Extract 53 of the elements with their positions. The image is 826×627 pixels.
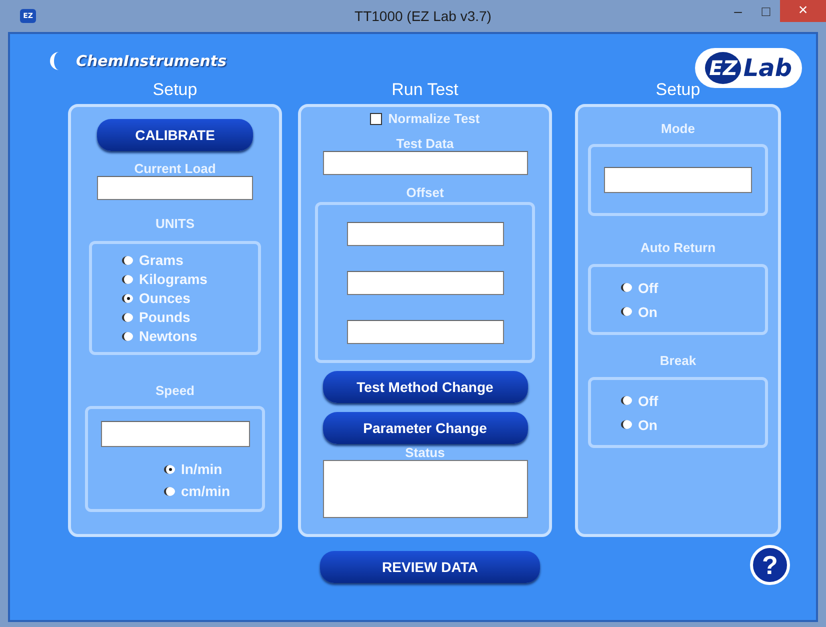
offset-field[interactable] <box>346 270 504 294</box>
radio-button[interactable] <box>621 307 632 316</box>
section-heading: Setup <box>152 80 198 101</box>
offset-field[interactable] <box>346 222 504 246</box>
section-heading: Run Test <box>392 80 458 101</box>
radio-button[interactable] <box>164 464 175 474</box>
radio-button[interactable] <box>621 283 632 292</box>
radio-label: On <box>638 416 658 432</box>
close-button[interactable]: × <box>780 0 826 22</box>
review-data-button[interactable]: REVIEW DATA <box>320 551 540 583</box>
action-button[interactable]: Test Method Change <box>322 371 528 403</box>
mode-field[interactable] <box>604 167 752 193</box>
calibrate-button[interactable]: CALIBRATE <box>97 119 253 151</box>
offset-field[interactable] <box>346 320 504 344</box>
section-label: Auto Return <box>640 240 716 255</box>
test-data-field[interactable] <box>322 151 528 175</box>
field-label: Test Data <box>396 136 454 151</box>
company-logo: ChemInstruments <box>50 52 227 70</box>
radio-label: Off <box>638 392 658 408</box>
field-label: Status <box>405 445 445 460</box>
radio-button[interactable] <box>122 256 133 264</box>
radio-label: Grams <box>139 252 184 268</box>
help-button[interactable]: ? <box>750 545 790 585</box>
radio-button[interactable] <box>164 486 175 496</box>
section-label: Speed <box>155 383 194 398</box>
window-title: TT1000 (EZ Lab v3.7) <box>354 8 492 24</box>
radio-button[interactable] <box>122 312 133 322</box>
radio-label: Kilograms <box>139 271 208 287</box>
field-label: Current Load <box>134 161 216 176</box>
speed-field[interactable] <box>100 421 250 447</box>
status-field[interactable] <box>322 460 528 518</box>
minimize-button[interactable]: – <box>724 0 752 22</box>
action-button[interactable]: Parameter Change <box>322 412 528 444</box>
section-label: Break <box>660 353 696 368</box>
radio-label: In/min <box>180 461 222 477</box>
radio-button[interactable] <box>122 332 133 340</box>
current-load-field[interactable] <box>97 176 253 200</box>
field-label: Offset <box>406 185 444 200</box>
radio-button[interactable] <box>621 396 632 405</box>
checkbox[interactable] <box>370 112 382 124</box>
radio-button[interactable] <box>122 274 133 284</box>
radio-label: On <box>638 304 658 320</box>
radio-label: Pounds <box>139 309 190 325</box>
radio-label: Newtons <box>139 328 198 344</box>
radio-label: Ounces <box>139 290 190 306</box>
section-label: Mode <box>661 121 695 136</box>
radio-button[interactable] <box>621 420 632 429</box>
section-label: UNITS <box>156 216 194 231</box>
checkbox-label: Normalize Test <box>388 111 480 126</box>
radio-label: Off <box>638 280 658 296</box>
radio-label: cm/min <box>180 483 230 499</box>
radio-button[interactable] <box>122 294 133 302</box>
maximize-button[interactable]: □ <box>752 0 780 22</box>
